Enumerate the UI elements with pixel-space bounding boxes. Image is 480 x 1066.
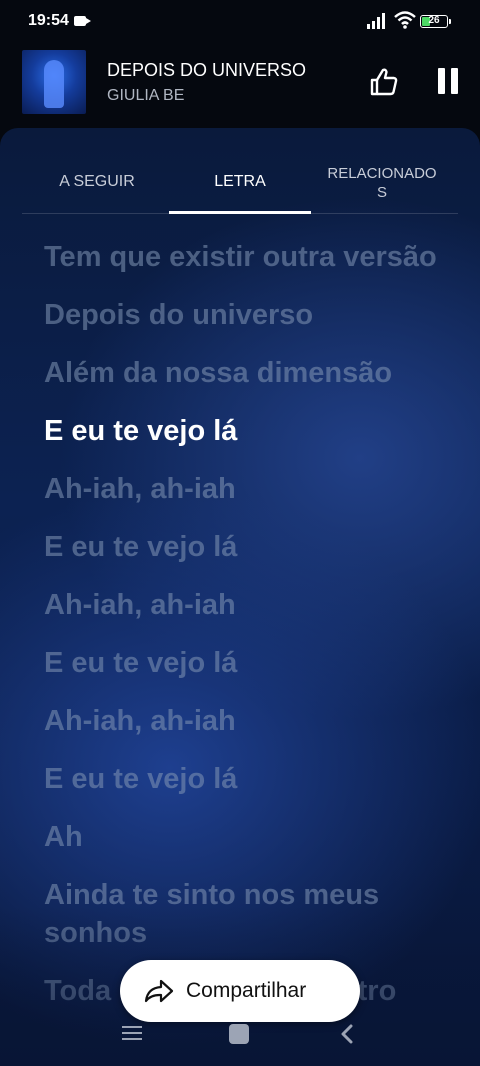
track-title: DEPOIS DO UNIVERSO (107, 60, 307, 80)
lyric-line: Ah-iah, ah-iah (44, 705, 236, 737)
share-label: Compartilhar (186, 979, 307, 1002)
video-recording-icon (74, 16, 91, 26)
lyric-line: E eu te vejo lá (44, 531, 238, 563)
tab-up-next[interactable]: A SEGUIR (22, 158, 172, 213)
tab-related[interactable]: RELACIONADO S (316, 164, 448, 219)
lyric-line: Depois do universo (44, 299, 314, 331)
tab-lyrics[interactable]: LETRA (169, 158, 311, 214)
mini-player[interactable]: DEPOIS DO UNIVERSO GIULIA BE (0, 44, 480, 128)
status-time: 19:54 (28, 12, 69, 29)
system-nav-bar (0, 1016, 480, 1066)
lyric-line: Ah-iah, ah-iah (44, 473, 236, 505)
signal-icon (367, 13, 385, 29)
pause-icon[interactable] (436, 68, 460, 96)
tab-bar: A SEGUIR LETRA RELACIONADO S (22, 158, 458, 214)
lyrics-list[interactable]: Tem que existir outra versão Depois do u… (44, 238, 444, 1010)
lyric-line: E eu te vejo lá (44, 763, 238, 795)
lyric-line: Além da nossa dimensão (44, 357, 393, 389)
lyric-line: Ah-iah, ah-iah (44, 589, 236, 621)
wifi-icon (394, 11, 416, 29)
share-button[interactable]: Compartilhar (120, 960, 360, 1022)
tab-lyrics-label: LETRA (214, 173, 266, 190)
lyric-line: Ah (44, 821, 83, 853)
menu-icon[interactable] (122, 1026, 142, 1042)
battery-level: 26 (428, 15, 440, 26)
track-artist: GIULIA BE (107, 87, 185, 104)
album-art (22, 50, 86, 114)
lyrics-panel: A SEGUIR LETRA RELACIONADO S Tem que exi… (0, 128, 480, 1066)
lyric-line: Ainda te sinto nos meus sonhos (44, 879, 380, 949)
share-icon (144, 979, 174, 1003)
lyric-line-current: E eu te vejo lá (44, 415, 238, 447)
tab-active-indicator (169, 211, 311, 214)
thumbs-up-icon[interactable] (368, 66, 400, 98)
back-icon[interactable] (340, 1024, 354, 1044)
battery-icon: 26 (420, 15, 451, 28)
home-icon[interactable] (229, 1024, 249, 1044)
status-bar: 19:54 26 (0, 0, 480, 44)
lyric-line: E eu te vejo lá (44, 647, 238, 679)
lyric-line: Tem que existir outra versão (44, 241, 437, 273)
